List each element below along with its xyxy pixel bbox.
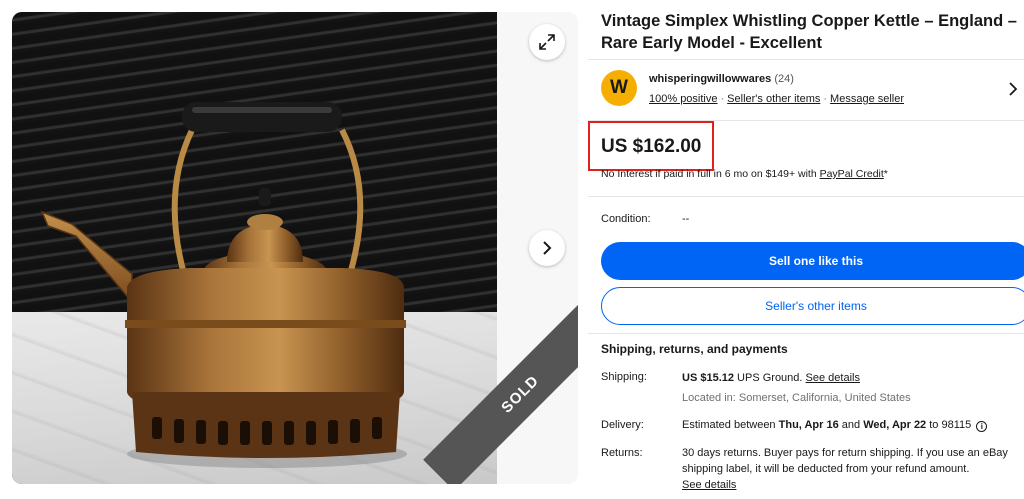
credit-suffix: * — [883, 168, 888, 180]
delivery-label: Delivery: — [601, 419, 644, 431]
seller-username[interactable]: whisperingwillowwares — [649, 73, 771, 85]
seller-links: 100% positive · Seller's other items · Messa… — [649, 93, 904, 105]
shipping-heading: Shipping, returns, and payments — [601, 342, 788, 356]
next-image-button[interactable] — [529, 230, 565, 266]
kettle-image — [40, 102, 407, 468]
returns-label: Returns: — [601, 447, 643, 459]
shipping-label: Shipping: — [601, 371, 647, 383]
item-price: US $162.00 — [601, 136, 702, 157]
image-gallery: SOLD — [12, 12, 578, 484]
product-photo[interactable] — [12, 12, 497, 484]
paypal-credit-link[interactable]: PayPal Credit — [820, 168, 884, 180]
shipping-method: UPS Ground. — [737, 372, 803, 384]
seller-feedback-count: (24) — [774, 73, 794, 85]
credit-offer: No Interest if paid in full in 6 mo on $… — [601, 168, 888, 180]
info-icon[interactable]: i — [976, 421, 988, 432]
separator: · — [720, 93, 725, 105]
positive-feedback-link[interactable]: 100% positive — [649, 93, 718, 105]
chevron-right-icon — [543, 241, 552, 255]
delivery-prefix: Estimated between — [682, 419, 776, 431]
condition-value: -- — [682, 213, 690, 225]
expand-arrows-icon — [539, 34, 555, 50]
expand-button[interactable] — [529, 24, 565, 60]
divider — [588, 333, 1024, 334]
delivery-value: Estimated between Thu, Apr 16 and Wed, A… — [682, 417, 1022, 433]
item-location: Located in: Somerset, California, United… — [682, 392, 911, 404]
listing-title: Vintage Simplex Whistling Copper Kettle … — [601, 12, 1017, 52]
shipping-see-details-link[interactable]: See details — [806, 372, 860, 384]
seller-card[interactable]: W whisperingwillowwares (24) 100% positi… — [588, 59, 1024, 121]
delivery-zip: to 98115 — [929, 419, 972, 431]
returns-value: 30 days returns. Buyer pays for return s… — [682, 445, 1017, 493]
avatar: W — [601, 70, 637, 106]
shipping-price: US $15.12 — [682, 372, 734, 384]
sell-one-like-this-button[interactable]: Sell one like this — [601, 242, 1024, 280]
delivery-and: and — [841, 419, 861, 431]
shipping-value: US $15.12 UPS Ground. See details — [682, 370, 1022, 386]
seller-other-items-link[interactable]: Seller's other items — [727, 93, 820, 105]
delivery-start: Thu, Apr 16 — [778, 419, 839, 431]
returns-see-details-link[interactable]: See details — [682, 479, 736, 491]
delivery-end: Wed, Apr 22 — [863, 419, 927, 431]
seller-name[interactable]: whisperingwillowwares (24) — [649, 73, 794, 85]
credit-text: No Interest if paid in full in 6 mo on $… — [601, 168, 817, 180]
condition-label: Condition: — [601, 213, 651, 225]
returns-text: 30 days returns. Buyer pays for return s… — [682, 447, 1008, 475]
chevron-right-icon[interactable] — [1008, 82, 1018, 96]
message-seller-link[interactable]: Message seller — [830, 93, 904, 105]
divider — [588, 196, 1024, 197]
separator: · — [823, 93, 828, 105]
seller-other-items-button[interactable]: Seller's other items — [601, 287, 1024, 325]
